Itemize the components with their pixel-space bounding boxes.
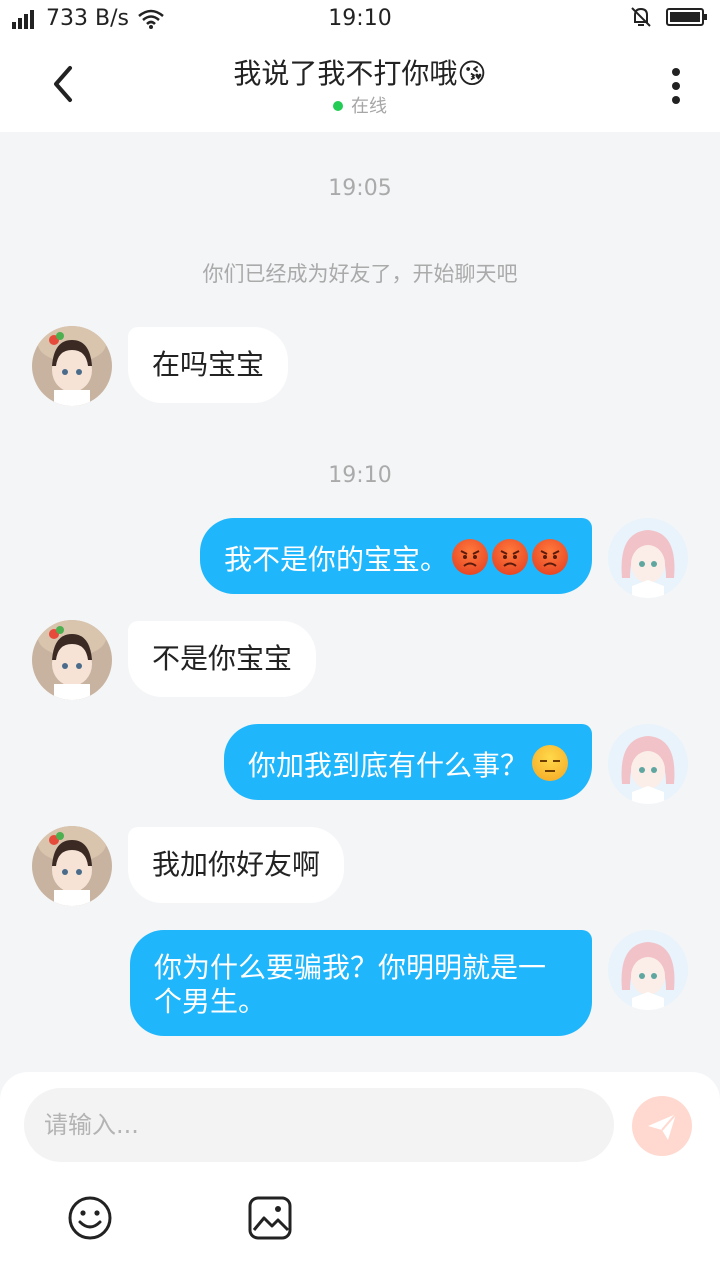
avatar-image [32, 826, 112, 906]
presence-label: 在线 [351, 96, 387, 117]
incoming-message[interactable]: 不是你宝宝 [128, 621, 317, 697]
unamused-face-icon [532, 745, 568, 781]
message-text: 你为什么要骗我？你明明就是一个男生。 [154, 951, 547, 1018]
avatar-image [32, 326, 112, 406]
timestamp: 19:10 [328, 463, 392, 488]
my-avatar[interactable] [608, 930, 688, 1010]
incoming-message[interactable]: 我加你好友啊 [128, 827, 345, 903]
message-text: 在吗宝宝 [152, 348, 265, 381]
my-avatar[interactable] [608, 724, 688, 804]
angry-face-icon [492, 539, 528, 575]
message-input[interactable]: 请输入... [24, 1088, 614, 1162]
clock: 19:10 [328, 6, 392, 31]
input-panel: 请输入... [0, 1072, 720, 1280]
battery-icon [666, 8, 707, 26]
outgoing-message[interactable]: 你为什么要骗我？你明明就是一个男生。 [130, 930, 592, 1036]
timestamp: 19:05 [328, 176, 392, 201]
contact-avatar[interactable] [32, 620, 112, 700]
presence-status: 在线 [0, 92, 720, 118]
mute-bell-icon [631, 7, 651, 27]
avatar-image [32, 620, 112, 700]
my-avatar[interactable] [608, 518, 688, 598]
incoming-message[interactable]: 在吗宝宝 [128, 327, 289, 403]
send-icon [648, 1113, 677, 1140]
online-dot [333, 101, 343, 111]
message-text: 我不是你的宝宝。 [223, 543, 448, 576]
send-button[interactable] [632, 1096, 692, 1156]
message-text: 你加我到底有什么事？ [247, 749, 528, 782]
smiley-icon [68, 1196, 112, 1240]
image-icon [248, 1196, 292, 1240]
avatar-image [608, 518, 688, 598]
contact-avatar[interactable] [32, 826, 112, 906]
message-text: 不是你宝宝 [152, 642, 293, 675]
chat-title: 我说了我不打你哦😘 [233, 57, 487, 90]
contact-avatar[interactable] [32, 326, 112, 406]
emoji-button[interactable] [66, 1194, 114, 1246]
message-text: 我加你好友啊 [152, 848, 321, 881]
outgoing-message[interactable]: 我不是你的宝宝。 [199, 518, 592, 594]
image-button[interactable] [246, 1194, 294, 1246]
status-right [630, 6, 708, 28]
avatar-image [608, 724, 688, 804]
outgoing-message[interactable]: 你加我到底有什么事？ [223, 724, 592, 800]
angry-face-icon [452, 539, 488, 575]
system-message: 你们已经成为好友了，开始聊天吧 [202, 262, 518, 286]
more-vertical-icon [672, 68, 680, 104]
angry-face-icon [532, 539, 568, 575]
status-bar: 733 B/s 19:10 [0, 0, 720, 38]
chat-header: 我说了我不打你哦😘 在线 [0, 38, 720, 132]
more-button[interactable] [664, 66, 688, 106]
avatar-image [608, 930, 688, 1010]
